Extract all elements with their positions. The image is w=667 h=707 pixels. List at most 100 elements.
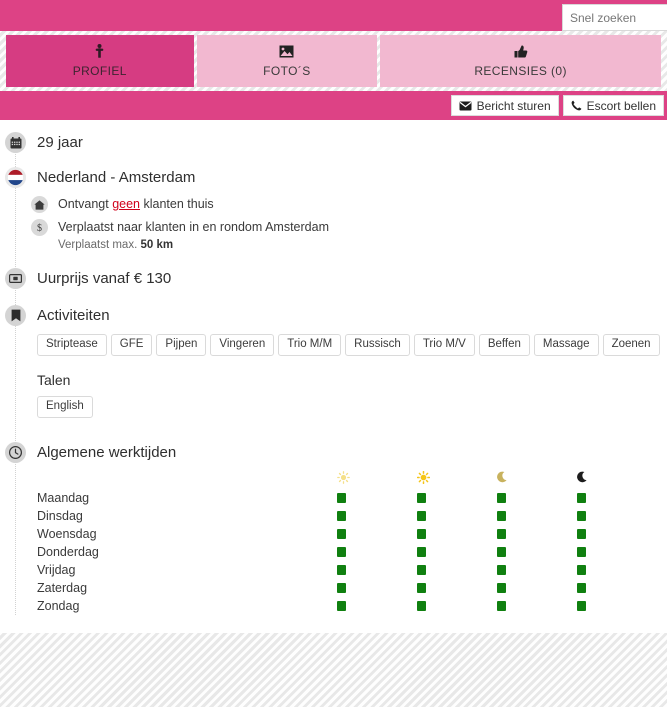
activity-tag[interactable]: Trio M/M	[278, 334, 341, 356]
activity-tag[interactable]: Zoenen	[603, 334, 660, 356]
money-icon	[5, 268, 26, 289]
availability-cell[interactable]	[337, 601, 417, 611]
availability-dot	[577, 565, 586, 575]
availability-cell[interactable]	[417, 511, 497, 521]
availability-dot	[417, 529, 426, 539]
tab-profiel[interactable]: PROFIEL	[6, 35, 194, 87]
sun-pale-icon	[337, 471, 350, 486]
activities-body: Striptease GFE Pijpen Vingeren Trio M/M …	[37, 334, 667, 418]
moon-dark-icon	[577, 471, 589, 486]
outcall-text: Verplaatst naar klanten in en rondom Ams…	[58, 220, 329, 234]
activity-tag[interactable]: Striptease	[37, 334, 107, 356]
tab-profiel-label: PROFIEL	[73, 64, 127, 78]
availability-cell[interactable]	[497, 511, 577, 521]
svg-text:$: $	[37, 223, 42, 233]
activity-tag[interactable]: Vingeren	[210, 334, 274, 356]
schedule-header-row: Algemene werktijden	[0, 442, 667, 463]
slot-header-night	[577, 471, 657, 486]
bericht-sturen-label: Bericht sturen	[477, 99, 551, 113]
availability-dot	[417, 547, 426, 557]
sun-bright-icon	[417, 471, 430, 486]
availability-cell[interactable]	[497, 601, 577, 611]
availability-cell[interactable]	[497, 565, 577, 575]
availability-cell[interactable]	[417, 529, 497, 539]
availability-dot	[337, 601, 346, 611]
availability-cell[interactable]	[577, 511, 657, 521]
availability-cell[interactable]	[337, 565, 417, 575]
quick-search-box[interactable]	[562, 4, 667, 31]
activity-tag[interactable]: Russisch	[345, 334, 410, 356]
activity-tag[interactable]: Pijpen	[156, 334, 206, 356]
availability-dot	[577, 529, 586, 539]
availability-dot	[577, 547, 586, 557]
availability-cell[interactable]	[577, 529, 657, 539]
availability-dot	[417, 583, 426, 593]
availability-dot	[497, 565, 506, 575]
tab-fotos[interactable]: FOTO´S	[197, 35, 378, 87]
languages-tag-list: English	[37, 396, 667, 418]
availability-dot	[497, 601, 506, 611]
schedule-row: Woensdag	[37, 525, 667, 543]
availability-cell[interactable]	[577, 565, 657, 575]
schedule-day-label: Maandag	[37, 491, 337, 505]
availability-cell[interactable]	[417, 583, 497, 593]
slot-header-morning	[337, 471, 417, 486]
thumbs-up-icon	[514, 45, 528, 61]
tab-recensies[interactable]: RECENSIES (0)	[380, 35, 661, 87]
escort-bellen-button[interactable]: Escort bellen	[563, 95, 664, 116]
schedule-day-label: Woensdag	[37, 527, 337, 541]
availability-cell[interactable]	[497, 529, 577, 539]
search-input[interactable]	[570, 11, 667, 25]
availability-dot	[497, 493, 506, 503]
availability-cell[interactable]	[577, 547, 657, 557]
activities-row: Activiteiten	[0, 305, 667, 326]
availability-cell[interactable]	[497, 547, 577, 557]
price-row: Uurprijs vanaf € 130	[0, 268, 667, 289]
availability-cell[interactable]	[577, 493, 657, 503]
availability-dot	[497, 529, 506, 539]
availability-cell[interactable]	[337, 529, 417, 539]
availability-cell[interactable]	[577, 583, 657, 593]
availability-dot	[417, 493, 426, 503]
bookmark-icon	[5, 305, 26, 326]
availability-cell[interactable]	[497, 493, 577, 503]
slot-header-evening	[497, 471, 577, 486]
incall-negation-link[interactable]: geen	[112, 197, 140, 211]
availability-cell[interactable]	[417, 547, 497, 557]
availability-cell[interactable]	[337, 583, 417, 593]
outcall-note-prefix: Verplaatst max.	[58, 239, 140, 251]
availability-dot	[497, 547, 506, 557]
schedule-day-label: Zondag	[37, 599, 337, 613]
envelope-icon	[459, 101, 472, 111]
availability-cell[interactable]	[337, 493, 417, 503]
activity-tag[interactable]: Massage	[534, 334, 599, 356]
activity-tag[interactable]: GFE	[111, 334, 153, 356]
activities-title: Activiteiten	[37, 305, 110, 326]
availability-cell[interactable]	[417, 493, 497, 503]
schedule-row: Zaterdag	[37, 579, 667, 597]
availability-cell[interactable]	[337, 511, 417, 521]
availability-cell[interactable]	[577, 601, 657, 611]
language-tag[interactable]: English	[37, 396, 93, 418]
availability-cell[interactable]	[417, 601, 497, 611]
availability-cell[interactable]	[417, 565, 497, 575]
location-row: Nederland - Amsterdam	[0, 167, 667, 188]
activity-tag[interactable]: Beffen	[479, 334, 530, 356]
clock-icon	[5, 442, 26, 463]
schedule-row: Vrijdag	[37, 561, 667, 579]
incall-text: Ontvangt geen klanten thuis	[58, 196, 214, 213]
age-row: 29 jaar	[0, 132, 667, 153]
availability-cell[interactable]	[337, 547, 417, 557]
activity-tag[interactable]: Trio M/V	[414, 334, 475, 356]
tab-strip: PROFIEL FOTO´S RECENSIES (0)	[0, 31, 667, 91]
moon-pale-icon	[497, 471, 509, 486]
schedule-header	[37, 467, 667, 489]
outcall-row: $ Verplaatst naar klanten in en rondom A…	[26, 219, 667, 254]
availability-dot	[417, 511, 426, 521]
schedule-row: Zondag	[37, 597, 667, 615]
bericht-sturen-button[interactable]: Bericht sturen	[451, 95, 559, 116]
availability-cell[interactable]	[497, 583, 577, 593]
schedule-day-label: Zaterdag	[37, 581, 337, 595]
dollar-icon: $	[31, 219, 48, 236]
incall-prefix: Ontvangt	[58, 197, 112, 211]
